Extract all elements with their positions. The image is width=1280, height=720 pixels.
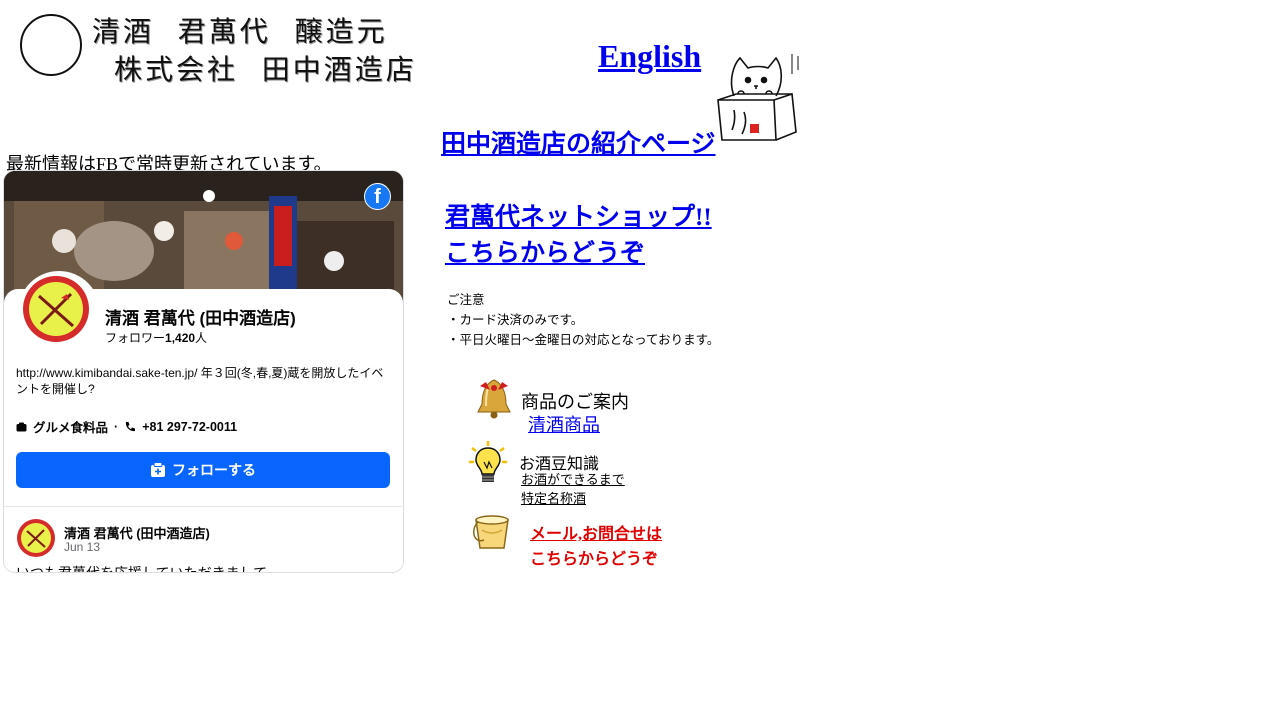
logo-line-2: 株式会社 田中酒造店 <box>114 53 417 86</box>
post-date[interactable]: Jun 13 <box>64 540 100 554</box>
follower-count: フォロワー1,420人 <box>105 329 207 346</box>
cat-mascot-icon <box>717 54 799 141</box>
company-intro-link[interactable]: 田中酒造店の紹介ページ <box>441 124 716 160</box>
notice-title: ご注意 <box>447 293 485 307</box>
bucket-icon <box>473 515 509 549</box>
followers-number: 1,420 <box>165 331 196 345</box>
post-avatar-icon[interactable] <box>16 518 56 558</box>
specified-sake-link[interactable]: 特定名称酒 <box>521 488 586 507</box>
net-shop-line1: 君萬代ネットショップ!! <box>445 204 712 231</box>
sake-logo-icon <box>23 276 89 342</box>
english-link[interactable]: English <box>598 38 701 75</box>
post-text: いつも君萬代を応援していただきまして <box>16 565 268 573</box>
facebook-page-name[interactable]: 清酒 君萬代 (田中酒造店) <box>105 304 296 329</box>
facebook-logo-icon: f <box>364 183 391 210</box>
follow-button-label: フォローする <box>172 462 256 478</box>
page-about-text: http://www.kimibandai.sake-ten.jp/ 年３回(冬… <box>16 366 384 396</box>
mail-inquiry-link[interactable]: メール,お問合せは <box>530 526 662 543</box>
followers-prefix: フォロワー <box>105 331 166 345</box>
follow-icon <box>151 462 165 477</box>
page-category: グルメ食料品 <box>33 421 109 435</box>
notice-line-1: ・カード決済のみです。 <box>447 313 584 327</box>
widget-divider <box>4 506 403 507</box>
brewery-logo: 清酒 君萬代 醸造元 株式会社 田中酒造店 <box>18 8 558 90</box>
follow-button[interactable]: フォローする <box>16 452 390 488</box>
red-seal-icon <box>750 124 759 133</box>
sake-making-process-link[interactable]: お酒ができるまで <box>521 469 625 488</box>
page-meta-row: グルメ食料品 · +81 297-72-0011 <box>16 417 237 436</box>
bell-icon <box>477 379 511 419</box>
logo-line-1: 清酒 君萬代 醸造元 <box>92 15 388 48</box>
contact-link-block: メール,お問合せは こちらからどうぞ <box>530 522 662 572</box>
net-shop-line2: こちらからどうぞ <box>445 240 646 267</box>
phone-icon <box>126 421 136 431</box>
net-shop-link[interactable]: 君萬代ネットショップ!! こちらからどうぞ <box>445 200 712 272</box>
page-avatar[interactable] <box>18 271 100 353</box>
facebook-page-widget: f 清酒 君萬代 (田中酒造店) フォロワー1,420人 http://www.… <box>3 170 404 573</box>
logo-circle-icon <box>20 14 82 76</box>
page-phone[interactable]: +81 297-72-0011 <box>142 420 237 434</box>
category-icon <box>16 422 27 431</box>
sake-products-link[interactable]: 清酒商品 <box>528 411 600 437</box>
notice-line-2: ・平日火曜日～金曜日の対応となっております。 <box>447 333 720 347</box>
meta-separator: · <box>114 419 119 434</box>
shop-notice: ご注意 ・カード決済のみです。 ・平日火曜日～金曜日の対応となっております。 <box>447 290 719 350</box>
contact-line-2: こちらからどうぞ <box>530 551 659 568</box>
followers-suffix: 人 <box>195 331 208 345</box>
light-bulb-icon <box>469 441 507 482</box>
